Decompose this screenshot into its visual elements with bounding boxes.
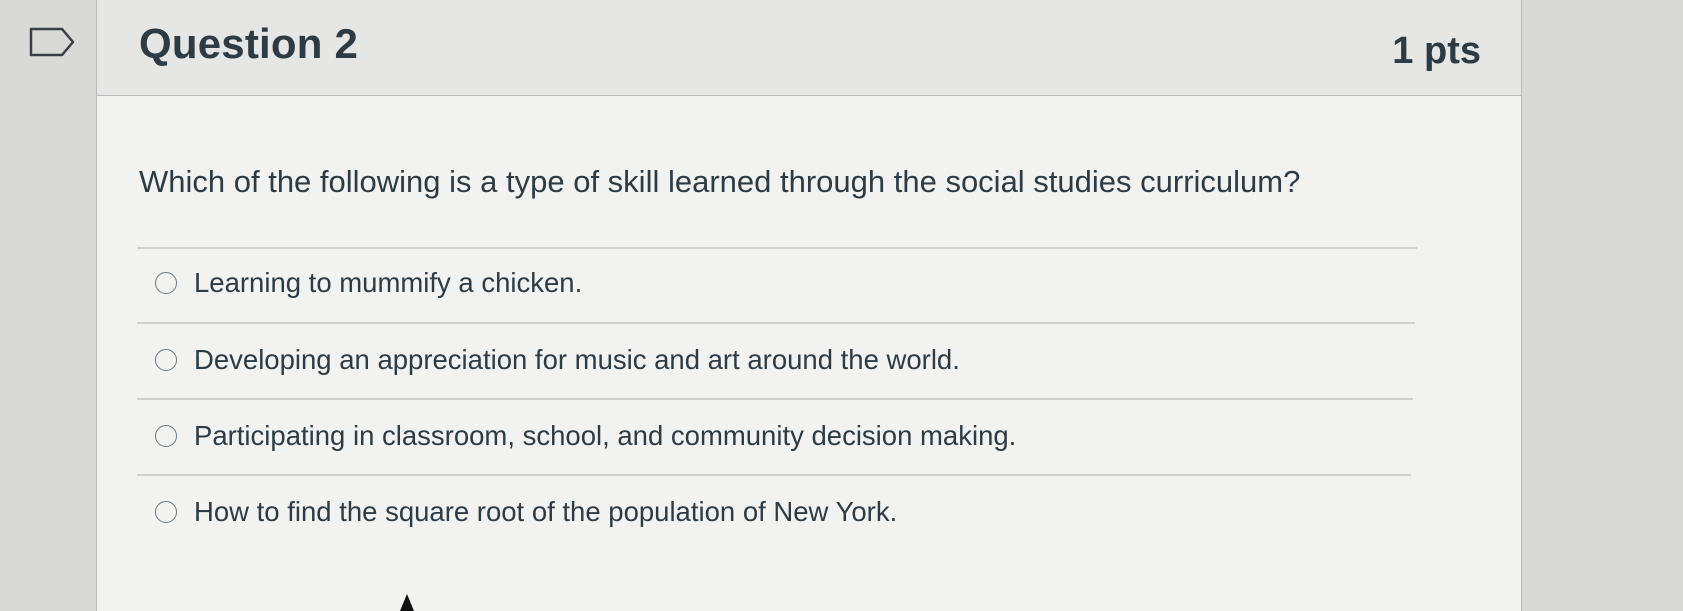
- question-text: Which of the following is a type of skil…: [139, 164, 1301, 199]
- radio-button[interactable]: [155, 272, 177, 294]
- answer-option-1[interactable]: Learning to mummify a chicken.: [155, 263, 582, 303]
- answer-label: Participating in classroom, school, and …: [194, 420, 1017, 451]
- divider: [137, 247, 1417, 249]
- divider: [137, 322, 1415, 324]
- answer-option-3[interactable]: Participating in classroom, school, and …: [155, 416, 1016, 456]
- answer-option-4[interactable]: How to find the square root of the popul…: [155, 492, 897, 532]
- answer-label: Developing an appreciation for music and…: [194, 344, 960, 375]
- bookmark-flag-icon[interactable]: [28, 26, 76, 58]
- question-header: Question 2 1 pts: [97, 0, 1521, 96]
- divider: [137, 474, 1411, 476]
- radio-button[interactable]: [155, 501, 177, 523]
- question-title: Question 2: [139, 20, 359, 67]
- answer-label: How to find the square root of the popul…: [194, 496, 898, 527]
- answer-option-2[interactable]: Developing an appreciation for music and…: [155, 340, 960, 380]
- radio-button[interactable]: [155, 349, 177, 371]
- question-card: Question 2 1 pts Which of the following …: [96, 0, 1522, 611]
- answer-label: Learning to mummify a chicken.: [194, 267, 583, 298]
- radio-button[interactable]: [155, 425, 177, 447]
- divider: [137, 398, 1413, 400]
- question-points: 1 pts: [1392, 30, 1481, 72]
- mouse-cursor-icon: [400, 594, 414, 611]
